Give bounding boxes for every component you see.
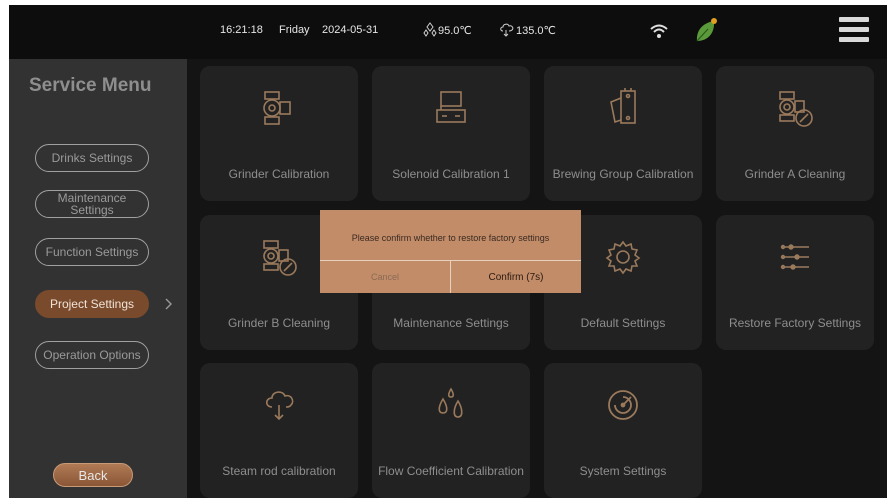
date: 2024-05-31: [322, 24, 379, 36]
confirm-button[interactable]: Confirm (7s): [451, 261, 581, 293]
sidebar-item-maintenance-settings[interactable]: Maintenance Settings: [35, 190, 149, 218]
chevron-right-icon: [165, 298, 172, 310]
weekday: Friday: [279, 24, 310, 36]
tile-label: Grinder Calibration: [228, 167, 330, 181]
screen: 16:21:18 Friday 2024-05-31 95.0℃ 135.0℃ …: [9, 5, 887, 498]
back-button[interactable]: Back: [53, 463, 133, 487]
tile-label: Maintenance Settings: [393, 316, 509, 330]
tile-flow-coefficient-calibration[interactable]: Flow Coefficient Calibration: [372, 363, 530, 498]
sidebar-title: Service Menu: [29, 75, 152, 96]
grinder-cleaning-icon: [779, 91, 813, 127]
solenoid-icon: [436, 91, 466, 123]
tile-label: System Settings: [579, 464, 667, 478]
steam-temperature: 135.0℃: [516, 25, 556, 37]
tile-label: Grinder B Cleaning: [227, 316, 331, 330]
boiler-temperature-icon: [423, 22, 437, 37]
wifi-icon: [650, 24, 668, 38]
sidebar-item-project-settings[interactable]: Project Settings: [35, 290, 149, 318]
grinder-icon: [263, 91, 291, 125]
tile-label: Brewing Group Calibration: [552, 167, 694, 181]
sidebar: Service Menu Drinks Settings Maintenance…: [9, 59, 187, 498]
hamburger-menu-icon[interactable]: [839, 17, 869, 47]
tile-solenoid-calibration-1[interactable]: Solenoid Calibration 1: [372, 66, 530, 201]
tile-label: Default Settings: [580, 316, 666, 330]
status-bar: 16:21:18 Friday 2024-05-31 95.0℃ 135.0℃: [9, 5, 887, 59]
dialog-message: Please confirm whether to restore factor…: [351, 233, 550, 243]
boiler-temperature: 95.0℃: [438, 25, 472, 37]
sidebar-item-function-settings[interactable]: Function Settings: [35, 238, 149, 266]
sidebar-item-drinks-settings[interactable]: Drinks Settings: [35, 144, 149, 172]
eco-leaf-icon: [696, 18, 717, 42]
sliders-icon: [780, 244, 809, 270]
tile-restore-factory-settings[interactable]: Restore Factory Settings: [716, 215, 874, 350]
droplets-icon: [438, 387, 463, 418]
tile-label: Grinder A Cleaning: [744, 167, 846, 181]
gear-icon: [605, 240, 641, 275]
sidebar-item-operation-options[interactable]: Operation Options: [35, 341, 149, 369]
brewing-group-icon: [610, 88, 636, 124]
tile-steam-rod-calibration[interactable]: Steam rod calibration: [200, 363, 358, 498]
clock-time: 16:21:18: [220, 24, 263, 36]
steam-temperature-icon: [500, 23, 514, 37]
tile-grinder-calibration[interactable]: Grinder Calibration: [200, 66, 358, 201]
tile-brewing-group-calibration[interactable]: Brewing Group Calibration: [544, 66, 702, 201]
tile-system-settings[interactable]: System Settings: [544, 363, 702, 498]
confirm-dialog: Please confirm whether to restore factor…: [320, 210, 581, 293]
grinder-cleaning-icon: [263, 240, 297, 276]
tile-grinder-a-cleaning[interactable]: Grinder A Cleaning: [716, 66, 874, 201]
cancel-button[interactable]: Cancel: [320, 261, 450, 293]
tile-label: Restore Factory Settings: [728, 316, 862, 330]
steam-icon: [265, 391, 294, 421]
radar-icon: [608, 390, 638, 420]
tile-label: Flow Coefficient Calibration: [378, 464, 524, 478]
tile-label: Solenoid Calibration 1: [392, 167, 510, 181]
tile-label: Steam rod calibration: [222, 464, 336, 478]
